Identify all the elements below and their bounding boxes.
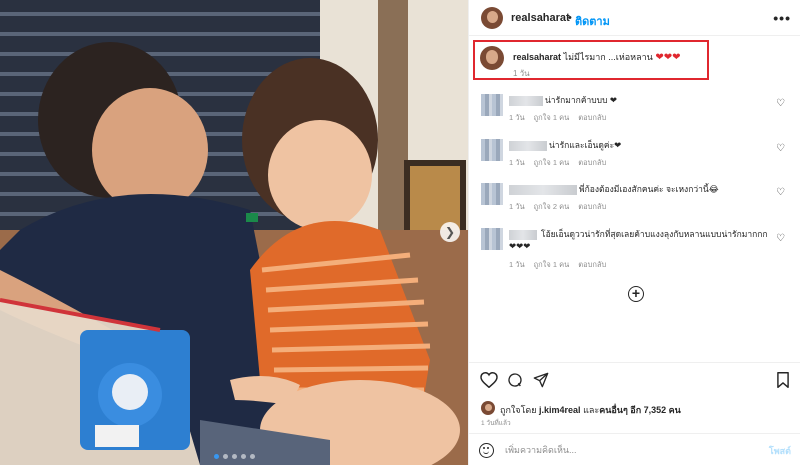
comment-time[interactable]: 1 วัน [509,158,525,167]
carousel-dot [231,454,237,459]
comment-meta: 1 วัน ถูกใจ 2 คน ตอบกลับ [509,201,615,213]
reply-button[interactable]: ตอบกลับ [578,260,606,269]
header-separator: • [568,12,572,24]
commenter-avatar-blurred[interactable] [481,228,503,250]
caption-avatar[interactable] [480,46,504,70]
more-horizontal-icon[interactable]: ••• [773,10,791,26]
commenter-name-blurred[interactable] [509,185,577,195]
carousel-indicator [0,454,468,459]
commenter-avatar-blurred[interactable] [481,94,503,116]
comment-time[interactable]: 1 วัน [509,202,525,211]
carousel-dot-active [213,454,219,459]
commenter-name-blurred[interactable] [509,96,543,106]
comment-meta: 1 วัน ถูกใจ 1 คน ตอบกลับ [509,259,615,271]
plus-circle-icon[interactable]: + [628,286,644,302]
caption-body: ไม่มีไรมาก ...เห่อหลาน [561,52,656,62]
likes-middle: และ [580,405,600,415]
bookmark-icon[interactable] [776,372,790,388]
caption-hearts: ❤❤❤ [655,52,681,63]
comment-likes[interactable]: ถูกใจ 1 คน [534,158,570,167]
caption-username[interactable]: realsaharat [513,52,561,62]
caption-highlight: realsaharat ไม่มีไรมาก ...เห่อหลาน ❤❤❤ 1… [473,40,709,80]
liker-avatar[interactable] [481,401,495,415]
liker-username[interactable]: j.kim4real [539,405,581,415]
likes-others-link[interactable]: คนอื่นๆ อีก 7,352 คน [599,405,681,415]
comment-likes[interactable]: ถูกใจ 2 คน [534,202,570,211]
likes-prefix: ถูกใจโดย [500,405,540,415]
likes-summary: ถูกใจโดย j.kim4real และคนอื่นๆ อีก 7,352… [500,403,681,417]
post-header: realsaharat • ติดตาม ••• [469,0,800,36]
comment-text: พี่ก้องต้องมีเองสักคนค่ะ จะเหงกว่านี้😂 [579,184,719,194]
author-avatar[interactable] [481,7,503,29]
carousel-dot [240,454,246,459]
post-photo[interactable]: ❯ [0,0,468,465]
commenter-avatar-blurred[interactable] [481,139,503,161]
commenter-name-blurred[interactable] [509,141,547,151]
carousel-dot [249,454,255,459]
comment-time[interactable]: 1 วัน [509,260,525,269]
reply-button[interactable]: ตอบกลับ [578,202,606,211]
heart-outline-icon[interactable]: ♡ [776,187,785,198]
comment-time[interactable]: 1 วัน [509,113,525,122]
share-send-icon[interactable] [533,372,549,388]
post-comment-button[interactable]: โพสต์ [769,444,791,458]
emoji-icon[interactable] [479,443,494,458]
heart-outline-icon[interactable]: ♡ [776,233,785,244]
action-bar [469,362,800,396]
author-username[interactable]: realsaharat [511,12,570,24]
comment-meta: 1 วัน ถูกใจ 1 คน ตอบกลับ [509,112,615,124]
next-photo-button[interactable]: ❯ [440,222,460,242]
comment-likes[interactable]: ถูกใจ 1 คน [534,113,570,122]
follow-button[interactable]: ติดตาม [575,12,610,30]
photo-illustration [0,0,468,465]
post-date[interactable]: 1 วันที่แล้ว [481,418,511,428]
comment-text: น่ารักมากค้าบบบ ❤ [545,95,617,105]
post-sidebar: realsaharat • ติดตาม ••• realsaharat ไม่… [468,0,800,465]
comment-text: น่ารักและเอ็นดูค่ะ❤ [549,140,622,150]
comment-text: โอ้ยเอ็นดูววน่ารักที่สุดเลยค้าบแงงลุงกับ… [509,229,768,251]
commenter-avatar-blurred[interactable] [481,183,503,205]
comment-input[interactable] [505,443,735,457]
add-comment-bar: โพสต์ [469,433,800,465]
caption-time[interactable]: 1 วัน [513,67,530,80]
comment-likes[interactable]: ถูกใจ 1 คน [534,260,570,269]
heart-outline-icon[interactable]: ♡ [776,143,785,154]
reply-button[interactable]: ตอบกลับ [578,113,606,122]
like-heart-icon[interactable] [480,372,498,388]
heart-outline-icon[interactable]: ♡ [776,98,785,109]
carousel-dot [222,454,228,459]
comment-meta: 1 วัน ถูกใจ 1 คน ตอบกลับ [509,157,615,169]
reply-button[interactable]: ตอบกลับ [578,158,606,167]
caption-text: realsaharat ไม่มีไรมาก ...เห่อหลาน ❤❤❤ [513,50,680,64]
comment-bubble-icon[interactable] [507,372,523,388]
